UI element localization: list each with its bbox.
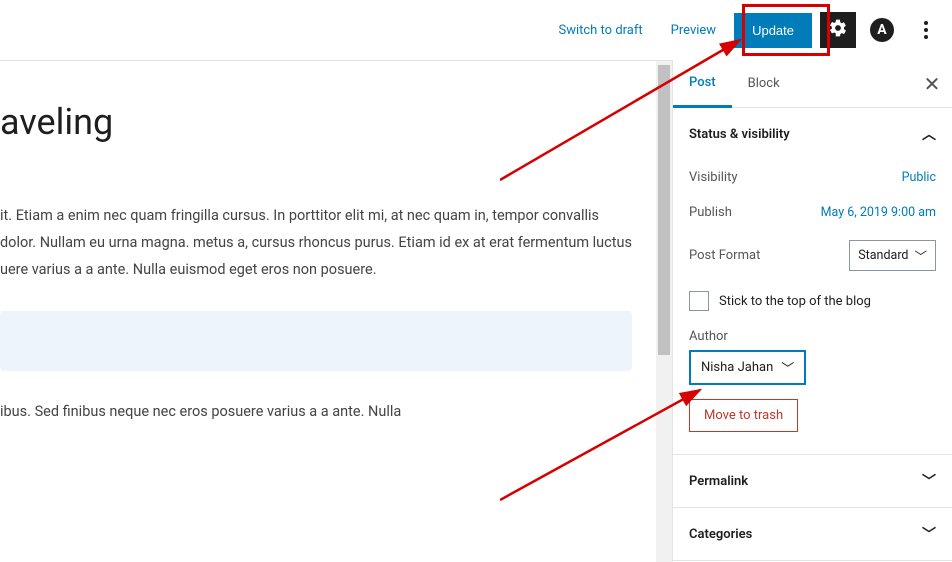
chevron-down-icon: ﹀ <box>914 246 927 265</box>
settings-button[interactable] <box>820 12 856 48</box>
stick-top-label: Stick to the top of the blog <box>719 294 871 309</box>
post-paragraph[interactable]: it. Etiam a enim nec quam fringilla curs… <box>0 203 632 283</box>
visibility-row: Visibility Public <box>689 160 936 195</box>
kebab-dot-icon <box>924 21 928 25</box>
stick-top-checkbox[interactable] <box>689 291 709 311</box>
settings-sidebar: Post Block ✕ Status & visibility ︿ Visib… <box>672 60 952 562</box>
post-format-select[interactable]: Standard ﹀ <box>849 240 936 271</box>
main-content: aveling it. Etiam a enim nec quam fringi… <box>0 60 952 562</box>
scrollbar-thumb[interactable] <box>658 65 670 355</box>
publish-value[interactable]: May 6, 2019 9:00 am <box>821 205 936 220</box>
post-paragraph[interactable]: ibus. Sed finibus neque nec eros posuere… <box>0 399 632 426</box>
panel-toggle-permalink[interactable]: Permalink ﹀ <box>673 455 952 507</box>
panel-categories: Categories ﹀ <box>673 508 952 561</box>
stick-top-row: Stick to the top of the blog <box>689 281 936 321</box>
topbar: Switch to draft Preview Update A <box>0 0 952 60</box>
visibility-label: Visibility <box>689 170 738 185</box>
panel-permalink: Permalink ﹀ <box>673 455 952 508</box>
switch-to-draft-link[interactable]: Switch to draft <box>548 15 652 46</box>
post-format-value: Standard <box>858 248 908 263</box>
author-select[interactable]: Nisha Jahan ﹀ <box>689 350 806 385</box>
publish-label: Publish <box>689 205 732 220</box>
preview-link[interactable]: Preview <box>661 15 726 46</box>
author-label: Author <box>689 321 936 350</box>
editor-canvas[interactable]: aveling it. Etiam a enim nec quam fringi… <box>0 60 672 562</box>
panel-title: Categories <box>689 527 752 542</box>
close-sidebar-button[interactable]: ✕ <box>912 64 952 104</box>
tab-post[interactable]: Post <box>673 61 732 108</box>
post-title[interactable]: aveling <box>0 101 632 143</box>
brand-icon: A <box>870 18 894 42</box>
kebab-dot-icon <box>924 28 928 32</box>
editor-scrollbar[interactable] <box>656 61 672 562</box>
kebab-dot-icon <box>924 35 928 39</box>
chevron-up-icon: ︿ <box>922 124 936 144</box>
visibility-value[interactable]: Public <box>902 170 936 185</box>
chevron-down-icon: ﹀ <box>922 524 936 544</box>
sidebar-tabs: Post Block ✕ <box>673 60 952 108</box>
panel-body-status: Visibility Public Publish May 6, 2019 9:… <box>673 160 952 454</box>
post-format-label: Post Format <box>689 248 760 263</box>
panel-title: Permalink <box>689 474 748 489</box>
author-value: Nisha Jahan <box>701 360 773 375</box>
brand-button[interactable]: A <box>864 12 900 48</box>
close-icon: ✕ <box>924 72 941 96</box>
publish-row: Publish May 6, 2019 9:00 am <box>689 195 936 230</box>
update-button[interactable]: Update <box>734 13 812 48</box>
chevron-down-icon: ﹀ <box>922 471 936 491</box>
move-to-trash-button[interactable]: Move to trash <box>689 399 798 432</box>
post-format-row: Post Format Standard ﹀ <box>689 230 936 281</box>
more-menu-button[interactable] <box>908 12 944 48</box>
tab-block[interactable]: Block <box>732 60 796 107</box>
block-placeholder[interactable] <box>0 311 632 371</box>
panel-status-visibility: Status & visibility ︿ Visibility Public … <box>673 108 952 455</box>
panel-toggle-categories[interactable]: Categories ﹀ <box>673 508 952 560</box>
chevron-down-icon: ﹀ <box>781 358 794 377</box>
panel-toggle-status[interactable]: Status & visibility ︿ <box>673 108 952 160</box>
panel-title: Status & visibility <box>689 127 790 142</box>
gear-icon <box>828 18 848 42</box>
